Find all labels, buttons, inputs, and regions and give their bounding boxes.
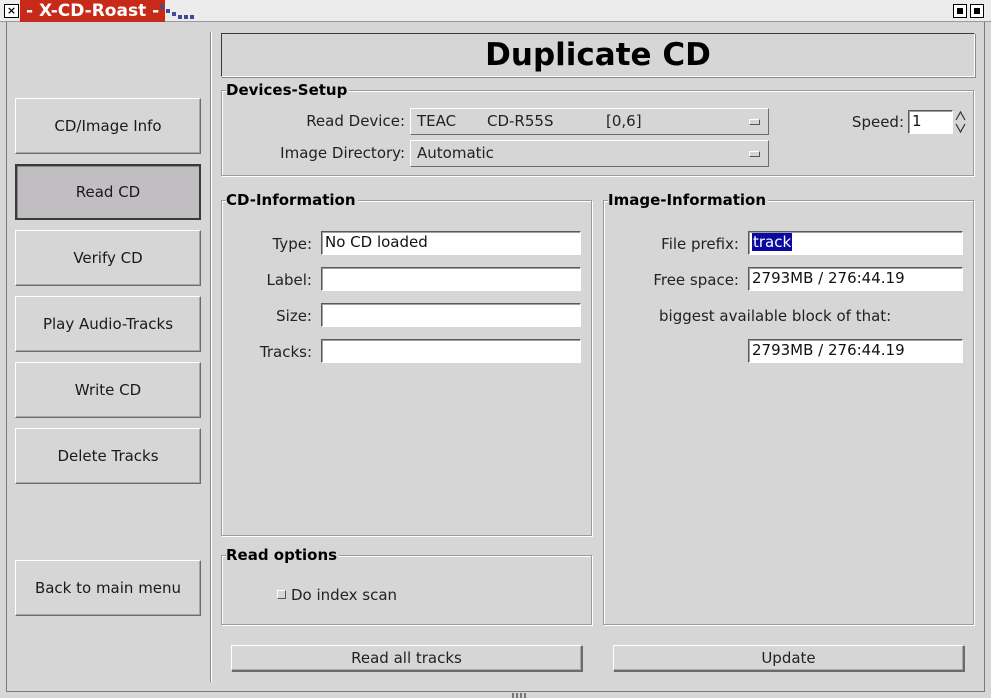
tracks-label: Tracks:: [259, 343, 312, 361]
vertical-divider: [210, 32, 212, 682]
label-label: Label:: [266, 271, 312, 289]
window-title: - X-CD-Roast -: [20, 0, 166, 22]
file-prefix-value: track: [752, 233, 793, 251]
cd-information-title: CD-Information: [226, 191, 358, 209]
type-label: Type:: [272, 235, 312, 253]
read-device-select[interactable]: TEAC CD-R55S [0,6]: [410, 108, 769, 135]
delete-tracks-button[interactable]: Delete Tracks: [15, 428, 201, 484]
verify-cd-button[interactable]: Verify CD: [15, 230, 201, 286]
free-space-field: 2793MB / 276:44.19: [748, 267, 963, 291]
tracks-field: [321, 339, 581, 363]
devices-setup-title: Devices-Setup: [226, 81, 350, 99]
index-scan-label[interactable]: Do index scan: [291, 586, 397, 604]
biggest-block-label: biggest available block of that:: [659, 307, 892, 325]
file-prefix-input[interactable]: track: [748, 231, 963, 255]
option-menu-indicator-icon: [749, 151, 760, 157]
image-information-title: Image-Information: [608, 191, 769, 209]
title-bar: × - X-CD-Roast -: [0, 0, 991, 22]
file-prefix-label: File prefix:: [661, 235, 739, 253]
read-options-title: Read options: [226, 546, 340, 564]
biggest-block-field: 2793MB / 276:44.19: [748, 339, 963, 363]
index-scan-checkbox[interactable]: [277, 590, 286, 599]
page-title: Duplicate CD: [221, 33, 975, 77]
update-button[interactable]: Update: [613, 645, 964, 671]
size-field: [321, 303, 581, 327]
read-device-vendor: TEAC: [417, 112, 457, 130]
maximize-icon[interactable]: [970, 4, 984, 18]
read-device-label: Read Device:: [306, 112, 405, 130]
play-audio-tracks-button[interactable]: Play Audio-Tracks: [15, 296, 201, 352]
cd-image-info-button[interactable]: CD/Image Info: [15, 98, 201, 154]
image-directory-select[interactable]: Automatic: [410, 140, 769, 167]
image-directory-value: Automatic: [417, 144, 494, 162]
option-menu-indicator-icon: [749, 119, 760, 125]
resize-grip-icon[interactable]: [510, 692, 530, 698]
label-field: [321, 267, 581, 291]
back-to-main-menu-button[interactable]: Back to main menu: [15, 560, 201, 616]
speed-spinner-icon[interactable]: [955, 109, 966, 135]
size-label: Size:: [276, 307, 312, 325]
read-device-model: CD-R55S: [487, 112, 554, 130]
read-device-id: [0,6]: [606, 112, 642, 130]
close-icon[interactable]: ×: [4, 4, 19, 18]
image-information-group: [603, 200, 974, 625]
type-field: No CD loaded: [321, 231, 581, 255]
minimize-icon[interactable]: [953, 4, 967, 18]
read-all-tracks-button[interactable]: Read all tracks: [231, 645, 582, 671]
free-space-label: Free space:: [653, 271, 739, 289]
speed-input[interactable]: 1: [908, 110, 953, 134]
window-decoration-icon: [160, 5, 194, 19]
write-cd-button[interactable]: Write CD: [15, 362, 201, 418]
read-cd-button[interactable]: Read CD: [15, 164, 201, 220]
speed-label: Speed:: [851, 113, 904, 131]
image-directory-label: Image Directory:: [280, 144, 405, 162]
